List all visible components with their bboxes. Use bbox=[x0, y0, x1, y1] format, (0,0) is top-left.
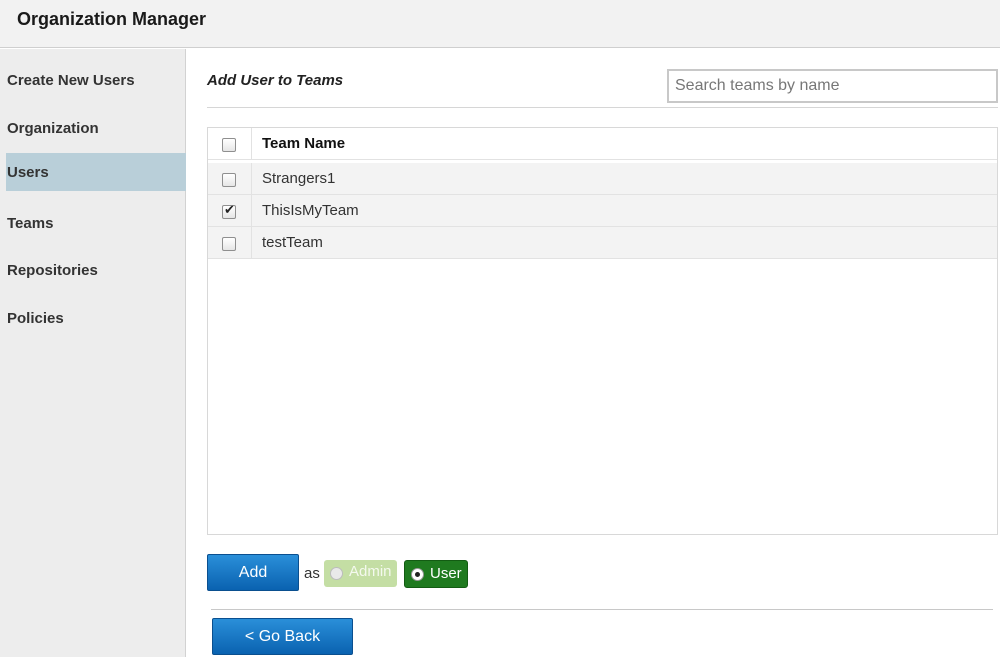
as-label: as bbox=[304, 565, 320, 582]
team-name: testTeam bbox=[262, 234, 323, 251]
team-name: ThisIsMyTeam bbox=[262, 202, 359, 219]
table-header-row: Team Name bbox=[208, 128, 997, 160]
radio-selected-icon[interactable] bbox=[411, 568, 424, 581]
go-back-button[interactable]: < Go Back bbox=[212, 618, 353, 655]
row-checkbox[interactable] bbox=[222, 173, 236, 187]
team-name: Strangers1 bbox=[262, 170, 336, 187]
sidebar-item-repositories[interactable]: Repositories bbox=[6, 251, 186, 289]
checkmark-icon: ✔ bbox=[224, 203, 235, 218]
add-button[interactable]: Add bbox=[207, 554, 299, 591]
row-checkbox[interactable]: ✔ bbox=[222, 203, 236, 219]
role-user-option[interactable]: User bbox=[404, 560, 468, 588]
role-user-label: User bbox=[430, 565, 462, 582]
sidebar-item-policies[interactable]: Policies bbox=[6, 299, 186, 337]
role-admin-label: Admin bbox=[349, 563, 392, 580]
sidebar: Create New Users Organization Users Team… bbox=[0, 49, 186, 657]
row-checkbox[interactable] bbox=[222, 237, 236, 251]
table-row[interactable]: Strangers1 bbox=[208, 163, 997, 195]
column-header-team-name: Team Name bbox=[262, 135, 346, 152]
app-header: Organization Manager bbox=[0, 0, 1000, 48]
sidebar-item-teams[interactable]: Teams bbox=[6, 204, 186, 242]
sidebar-item-create-new-users[interactable]: Create New Users bbox=[6, 61, 186, 99]
panel-title: Add User to Teams bbox=[207, 72, 344, 89]
select-all-checkbox[interactable] bbox=[222, 138, 236, 152]
role-admin-option[interactable]: Admin bbox=[324, 560, 397, 587]
sidebar-item-users[interactable]: Users bbox=[6, 153, 186, 191]
divider bbox=[211, 609, 993, 610]
teams-table: Team Name Strangers1 ✔ ThisIsMyTeam test… bbox=[207, 127, 998, 535]
search-teams-input[interactable] bbox=[667, 69, 998, 103]
table-row[interactable]: ✔ ThisIsMyTeam bbox=[208, 195, 997, 227]
sidebar-item-organization[interactable]: Organization bbox=[6, 109, 186, 147]
radio-unselected-icon[interactable] bbox=[330, 567, 343, 580]
divider bbox=[207, 107, 998, 108]
table-row[interactable]: testTeam bbox=[208, 227, 997, 259]
app-title: Organization Manager bbox=[17, 9, 207, 29]
